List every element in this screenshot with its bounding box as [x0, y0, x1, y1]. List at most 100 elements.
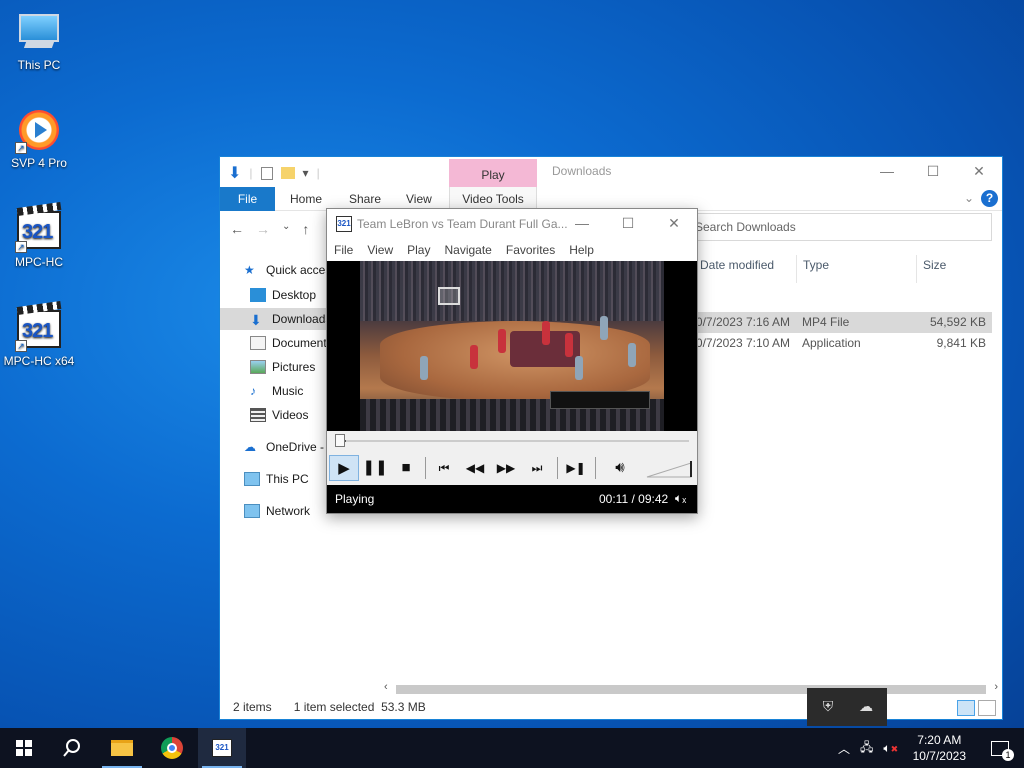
minimize-button[interactable]: — — [559, 209, 605, 239]
nav-item-quick-access[interactable]: ★ Quick access — [244, 259, 337, 281]
playback-time: 00:11 / 09:42 — [599, 492, 669, 506]
nav-item-label: Documents — [272, 336, 333, 350]
up-arrow-icon[interactable]: ↑ — [302, 221, 309, 237]
system-clock[interactable]: 7:20 AM 10/7/2023 — [913, 732, 966, 764]
seek-handle[interactable] — [335, 434, 345, 447]
file-size: 9,841 KB — [936, 336, 986, 350]
menu-file[interactable]: File — [334, 243, 353, 257]
context-tab-play: Play — [449, 159, 537, 187]
maximize-button[interactable]: ☐ — [605, 209, 651, 239]
previous-button[interactable]: ⏮ — [429, 455, 459, 481]
next-button[interactable]: ⏭ — [522, 455, 552, 481]
scroll-left-arrow-icon[interactable]: ‹ — [384, 681, 388, 693]
expand-ribbon-chevron-icon[interactable]: ⌄ — [964, 191, 974, 205]
close-button[interactable]: ✕ — [651, 209, 697, 239]
clock-time: 7:20 AM — [917, 733, 962, 747]
playback-controls: ▶ ❚❚ ■ ⏮ ◀◀ ▶▶ ⏭ ▶❚ 🔊︎ — [327, 451, 697, 485]
music-note-icon: ♪ — [250, 384, 256, 398]
tab-file[interactable]: File — [220, 187, 275, 211]
volume-slider[interactable] — [645, 459, 695, 479]
nav-item-desktop[interactable]: Desktop — [250, 284, 316, 306]
show-hidden-icons-chevron-icon[interactable]: ︿ — [838, 740, 850, 757]
start-button[interactable] — [0, 728, 48, 768]
large-icons-view-icon[interactable] — [978, 700, 996, 716]
back-arrow-icon[interactable]: ← — [230, 221, 244, 237]
recent-locations-chevron-icon[interactable]: ⌄ — [282, 221, 290, 237]
action-center-button[interactable]: 1 — [976, 728, 1024, 768]
play-button[interactable]: ▶ — [329, 455, 359, 481]
scrollbar-thumb[interactable] — [396, 685, 986, 694]
column-header-size[interactable]: Size — [916, 255, 994, 283]
item-count: 2 items — [233, 700, 272, 714]
downloads-arrow-icon: ⬇ — [250, 312, 262, 328]
clock-date: 10/7/2023 — [912, 749, 966, 763]
onedrive-cloud-icon[interactable]: ☁ — [857, 698, 875, 716]
new-folder-icon[interactable] — [280, 167, 295, 179]
mpc-logo-icon: 321 — [336, 216, 352, 232]
desktop-icon-svp-4-pro[interactable]: ↗ SVP 4 Pro — [0, 106, 78, 170]
rewind-button[interactable]: ◀◀ — [460, 455, 490, 481]
volume-muted-icon[interactable]: 🔈︎✖ — [883, 741, 898, 756]
frame-step-button[interactable]: ▶❚ — [561, 455, 591, 481]
notification-count-badge: 1 — [1002, 748, 1014, 761]
search-input[interactable]: Search Downloads — [690, 213, 992, 241]
properties-icon[interactable] — [260, 166, 273, 180]
menu-view[interactable]: View — [367, 243, 393, 257]
mute-speaker-icon[interactable]: 🔈︎ₓ — [675, 491, 686, 506]
desktop-icon-mpc-hc[interactable]: 321 ↗ MPC-HC — [0, 205, 78, 269]
windows-security-shield-icon[interactable]: ⛨ — [819, 698, 837, 716]
taskbar-file-explorer[interactable] — [98, 728, 146, 768]
fast-forward-button[interactable]: ▶▶ — [491, 455, 521, 481]
close-button[interactable]: ✕ — [956, 157, 1002, 187]
details-view-icon[interactable] — [957, 700, 975, 716]
nav-item-label: Pictures — [272, 360, 316, 374]
nav-item-videos[interactable]: Videos — [250, 404, 308, 426]
menu-favorites[interactable]: Favorites — [506, 243, 555, 257]
seek-bar[interactable] — [327, 431, 697, 451]
network-icon[interactable]: 🖧 — [860, 738, 873, 759]
taskbar-chrome[interactable] — [148, 728, 196, 768]
column-header-type[interactable]: Type — [796, 255, 916, 283]
menu-navigate[interactable]: Navigate — [444, 243, 491, 257]
desktop-icon-this-pc[interactable]: This PC — [0, 8, 78, 72]
desktop-icon-label: This PC — [17, 58, 61, 72]
nav-item-label: Music — [272, 384, 304, 398]
desktop-icon-mpc-hc-x64[interactable]: 321 ↗ MPC-HC x64 — [0, 304, 78, 368]
volume-speaker-icon[interactable]: 🔊︎ — [605, 455, 635, 481]
windows-logo-icon — [16, 740, 32, 756]
player-title-bar: 321 Team LeBron vs Team Durant Full Ga..… — [327, 209, 697, 239]
scroll-right-arrow-icon[interactable]: › — [994, 681, 998, 693]
desktop-icon-label: MPC-HC — [15, 255, 63, 269]
pause-button[interactable]: ❚❚ — [360, 455, 390, 481]
nav-item-this-pc[interactable]: This PC — [244, 468, 309, 490]
search-icon — [63, 739, 80, 757]
nav-item-documents[interactable]: Documents — [250, 332, 333, 354]
desktop-icon-label: MPC-HC x64 — [3, 354, 75, 368]
mpc-hc-icon: 321 — [212, 739, 232, 757]
nav-item-network[interactable]: Network — [244, 500, 310, 522]
nav-item-label: Network — [266, 504, 311, 518]
maximize-button[interactable]: ☐ — [910, 157, 956, 187]
pictures-icon — [250, 360, 266, 374]
media-player-window: 321 Team LeBron vs Team Durant Full Ga..… — [326, 208, 698, 514]
hoop-icon — [438, 287, 460, 305]
taskbar-mpc-hc[interactable]: 321 — [198, 728, 246, 768]
minimize-button[interactable]: — — [864, 157, 910, 187]
menu-help[interactable]: Help — [569, 243, 594, 257]
selection-size: 53.3 MB — [381, 700, 426, 714]
forward-arrow-icon[interactable]: → — [256, 221, 270, 237]
stop-button[interactable]: ■ — [391, 455, 421, 481]
customize-toolbar-chevron-icon[interactable]: ▾ — [303, 166, 309, 180]
help-icon[interactable]: ? — [981, 190, 998, 207]
folder-icon — [111, 740, 133, 756]
file-size: 54,592 KB — [929, 315, 986, 329]
video-frame[interactable] — [327, 261, 697, 431]
nav-item-pictures[interactable]: Pictures — [250, 356, 315, 378]
shortcut-arrow-icon: ↗ — [15, 241, 27, 253]
file-type: Application — [802, 336, 861, 350]
nav-item-music[interactable]: ♪ Music — [250, 380, 303, 402]
quick-access-down-arrow-icon[interactable]: ⬇ — [228, 163, 241, 183]
nav-item-label: This PC — [266, 472, 309, 486]
search-button[interactable] — [48, 728, 96, 768]
menu-play[interactable]: Play — [407, 243, 430, 257]
